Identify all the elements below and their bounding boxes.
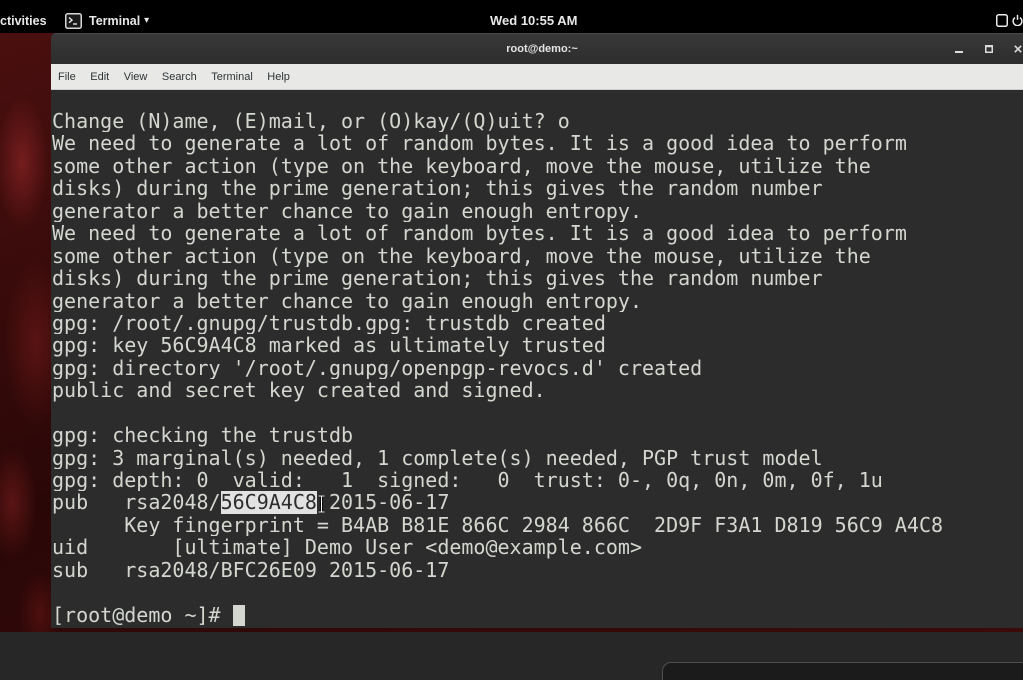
window-icon[interactable] bbox=[996, 14, 1008, 27]
window-titlebar[interactable]: root@demo:~ bbox=[51, 33, 1023, 64]
selected-key-id[interactable]: 56C9A4C8 bbox=[220, 491, 317, 514]
terminal-line: some other action (type on the keyboard,… bbox=[52, 154, 871, 178]
terminal-line: generator a better chance to gain enough… bbox=[52, 199, 643, 223]
terminal-line: some other action (type on the keyboard,… bbox=[52, 244, 871, 268]
terminal-content[interactable]: Change (N)ame, (E)mail, or (O)kay/(Q)uit… bbox=[51, 90, 1023, 628]
terminal-line: public and secret key created and signed… bbox=[52, 379, 546, 402]
text-cursor bbox=[232, 604, 245, 626]
chevron-down-icon: ▾ bbox=[144, 15, 150, 26]
clock[interactable]: Wed 10:55 AM bbox=[490, 13, 577, 29]
line-text: 2015-06-17 bbox=[316, 491, 450, 514]
terminal-line: gpg: directory '/root/.gnupg/openpgp-rev… bbox=[52, 356, 703, 380]
menu-search[interactable]: Search bbox=[162, 70, 197, 84]
line-text: pub rsa2048/ bbox=[52, 491, 221, 514]
menu-terminal[interactable]: Terminal bbox=[211, 70, 253, 84]
minimize-icon[interactable] bbox=[955, 45, 963, 53]
menu-file[interactable]: File bbox=[58, 70, 76, 84]
terminal-line: gpg: key 56C9A4C8 marked as ultimately t… bbox=[52, 334, 606, 357]
terminal-line: We need to generate a lot of random byte… bbox=[52, 132, 907, 155]
app-menu-button[interactable]: Terminal ▾ bbox=[65, 12, 149, 30]
app-menu-label: Terminal bbox=[89, 14, 141, 28]
terminal-line: Change (N)ame, (E)mail, or (O)kay/(Q)uit… bbox=[52, 110, 570, 133]
terminal-line-pub-key: pub rsa2048/56C9A4C8 2015-06-17 bbox=[52, 491, 1023, 514]
activities-button[interactable]: ctivities bbox=[0, 13, 47, 29]
terminal-line: generator a better chance to gain enough… bbox=[52, 289, 643, 312]
prompt-line: [root@demo ~]# bbox=[52, 604, 1023, 626]
terminal-line: disks) during the prime generation; this… bbox=[52, 267, 823, 290]
terminal-window: root@demo:~ File Edit View Search Termin… bbox=[51, 33, 1023, 628]
terminal-line: gpg: checking the trustdb bbox=[52, 424, 354, 447]
terminal-line: We need to generate a lot of random byte… bbox=[52, 222, 907, 245]
menu-help[interactable]: Help bbox=[267, 70, 290, 84]
maximize-icon[interactable] bbox=[985, 45, 993, 53]
mouse-ibeam-cursor-icon bbox=[318, 495, 325, 513]
window-title: root@demo:~ bbox=[506, 43, 578, 55]
terminal-line: sub rsa2048/BFC26E09 2015-06-17 bbox=[52, 558, 450, 582]
shell-prompt: [root@demo ~]# bbox=[52, 603, 233, 627]
menu-bar: File Edit View Search Terminal Help bbox=[51, 64, 1023, 90]
menu-view[interactable]: View bbox=[124, 70, 148, 84]
terminal-icon bbox=[65, 13, 82, 29]
menu-edit[interactable]: Edit bbox=[90, 70, 109, 84]
terminal-output: Change (N)ame, (E)mail, or (O)kay/(Q)uit… bbox=[52, 110, 1023, 626]
message-tray bbox=[662, 662, 1023, 680]
power-icon[interactable] bbox=[1012, 14, 1023, 26]
terminal-line: gpg: depth: 0 valid: 1 signed: 0 trust: … bbox=[52, 469, 883, 492]
top-bar: ctivities Terminal ▾ Wed 10:55 AM bbox=[0, 0, 1023, 33]
terminal-line: gpg: 3 marginal(s) needed, 1 complete(s)… bbox=[52, 446, 823, 469]
terminal-line: Key fingerprint = B4AB B81E 866C 2984 86… bbox=[52, 513, 944, 537]
terminal-line: disks) during the prime generation; this… bbox=[52, 177, 823, 200]
close-icon[interactable] bbox=[1014, 45, 1022, 53]
terminal-line: uid [ultimate] Demo User <demo@example.c… bbox=[52, 536, 643, 559]
terminal-line: gpg: /root/.gnupg/trustdb.gpg: trustdb c… bbox=[52, 311, 606, 335]
